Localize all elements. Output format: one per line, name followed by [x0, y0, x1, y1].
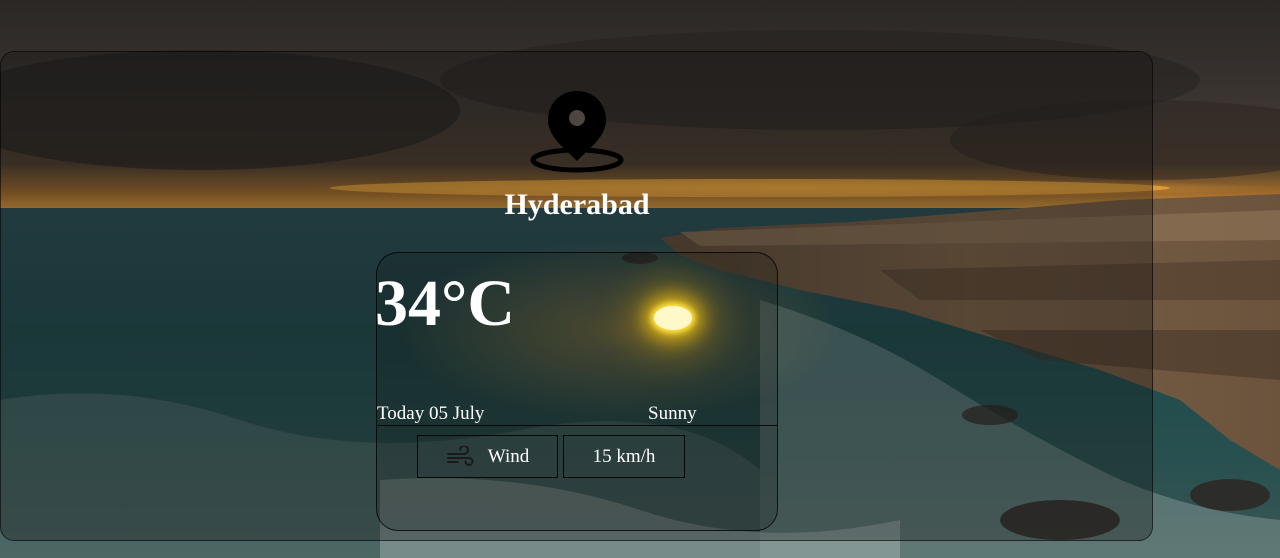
wind-speed-value: 15 km/h: [592, 445, 656, 467]
sun-icon: [654, 306, 692, 330]
wind-speed-box: 15 km/h: [563, 435, 685, 478]
date-label: Today 05 July: [377, 403, 485, 424]
city-name: Hyderabad: [504, 188, 650, 221]
wind-label-box: Wind: [417, 435, 558, 478]
condition-label: Sunny: [648, 403, 697, 424]
wind-label: Wind: [487, 445, 530, 467]
wind-icon: [446, 444, 474, 468]
map-pin-icon: [530, 91, 624, 173]
divider: [377, 425, 777, 426]
temperature-value: 34°C: [375, 267, 516, 340]
